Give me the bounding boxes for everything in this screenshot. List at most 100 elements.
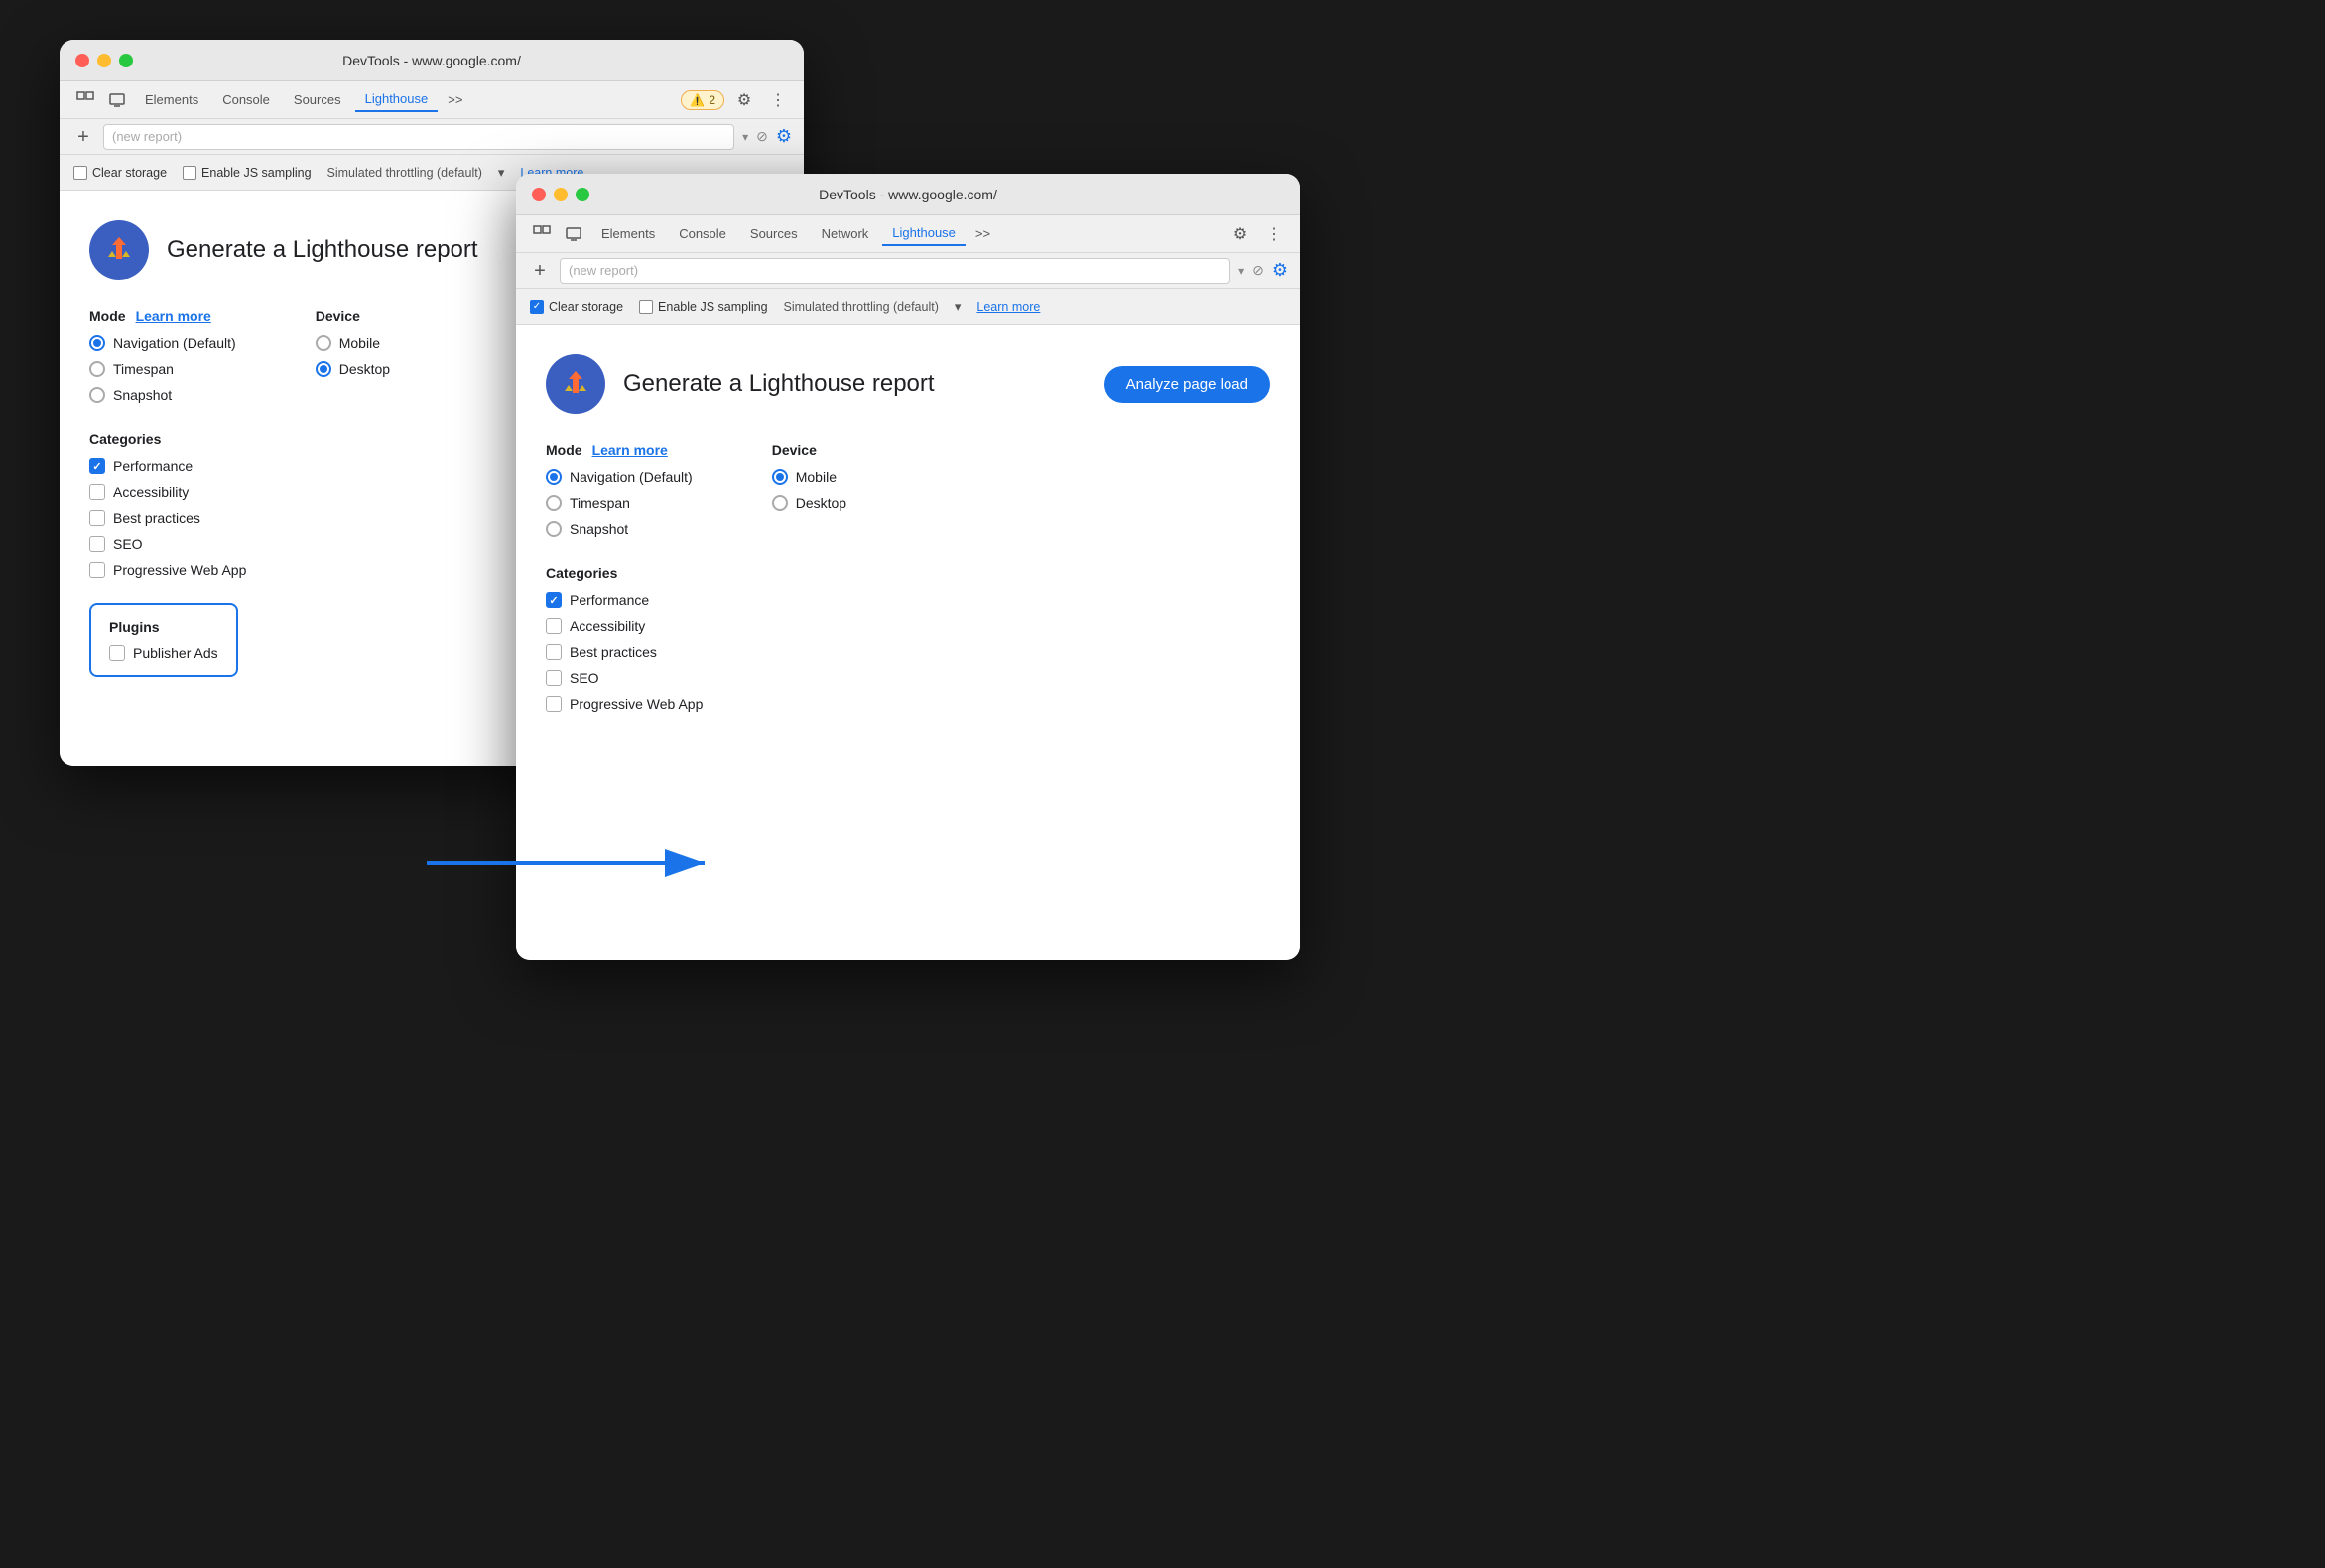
cat-pwa-2[interactable]: Progressive Web App <box>546 696 1270 712</box>
tab-network-2[interactable]: Network <box>812 222 879 245</box>
device-icon-2[interactable] <box>560 220 587 248</box>
close-button-1[interactable] <box>75 54 89 67</box>
enable-js-text-2: Enable JS sampling <box>658 300 767 314</box>
devtools-window-2: DevTools - www.google.com/ Elements Cons… <box>516 174 1300 960</box>
settings-icon-2[interactable]: ⚙ <box>1227 220 1254 248</box>
cat-accessibility-cb-2[interactable] <box>546 618 562 634</box>
mode-label-2: Mode Learn more <box>546 442 693 457</box>
inspector-icon-1[interactable] <box>71 86 99 114</box>
enable-js-label-2[interactable]: Enable JS sampling <box>639 300 767 314</box>
maximize-button-1[interactable] <box>119 54 133 67</box>
tab-elements-2[interactable]: Elements <box>591 222 665 245</box>
clear-storage-label-1[interactable]: Clear storage <box>73 166 167 180</box>
mode-snapshot-radio-1[interactable] <box>89 387 105 403</box>
plugins-label-1: Plugins <box>109 619 218 635</box>
cat-pwa-cb-2[interactable] <box>546 696 562 712</box>
device-mobile-2[interactable]: Mobile <box>772 469 846 485</box>
gear-icon-blue-2[interactable]: ⚙ <box>1272 260 1288 281</box>
mode-timespan-2[interactable]: Timespan <box>546 495 693 511</box>
cancel-btn-2[interactable]: ⊘ <box>1252 262 1264 279</box>
cat-performance-cb-2[interactable] <box>546 592 562 608</box>
enable-js-label-1[interactable]: Enable JS sampling <box>183 166 311 180</box>
tab-lighthouse-2[interactable]: Lighthouse <box>882 221 966 246</box>
cat-accessibility-cb-1[interactable] <box>89 484 105 500</box>
device-mobile-1[interactable]: Mobile <box>316 335 390 351</box>
throttle-text-1: Simulated throttling (default) <box>327 166 482 180</box>
tab-sources-1[interactable]: Sources <box>284 88 351 111</box>
toolbar-icons-2: ⚙ ⋮ <box>1227 220 1288 248</box>
address-input-2[interactable]: (new report) <box>560 258 1230 284</box>
inspector-icon-2[interactable] <box>528 220 556 248</box>
throttle-caret-2[interactable]: ▾ <box>955 299 962 315</box>
device-desktop-2[interactable]: Desktop <box>772 495 846 511</box>
device-icon-1[interactable] <box>103 86 131 114</box>
address-dropdown-1[interactable]: ▾ <box>742 130 748 144</box>
settings-icon-1[interactable]: ⚙ <box>730 86 758 114</box>
lighthouse-logo-2 <box>546 354 605 414</box>
more-icon-1[interactable]: ⋮ <box>764 86 792 114</box>
device-desktop-radio-2[interactable] <box>772 495 788 511</box>
enable-js-checkbox-2[interactable] <box>639 300 653 314</box>
plugins-box-1: Plugins Publisher Ads <box>89 603 238 677</box>
gear-icon-blue-1[interactable]: ⚙ <box>776 126 792 147</box>
cat-best-practices-cb-1[interactable] <box>89 510 105 526</box>
minimize-button-1[interactable] <box>97 54 111 67</box>
learn-more-link-2[interactable]: Learn more <box>976 300 1040 314</box>
cat-performance-2[interactable]: Performance <box>546 592 1270 608</box>
tab-more-2[interactable]: >> <box>969 222 996 245</box>
clear-storage-label-2[interactable]: Clear storage <box>530 300 623 314</box>
cancel-btn-1[interactable]: ⊘ <box>756 128 768 145</box>
mode-timespan-1[interactable]: Timespan <box>89 361 236 377</box>
device-desktop-radio-1[interactable] <box>316 361 331 377</box>
new-tab-btn-1[interactable]: + <box>71 127 95 147</box>
tabs-bar-1: Elements Console Sources Lighthouse >> ⚠… <box>60 81 804 119</box>
cat-pwa-cb-1[interactable] <box>89 562 105 578</box>
clear-storage-checkbox-2[interactable] <box>530 300 544 314</box>
plugin-publisher-ads-cb-1[interactable] <box>109 645 125 661</box>
mode-snapshot-1[interactable]: Snapshot <box>89 387 236 403</box>
more-icon-2[interactable]: ⋮ <box>1260 220 1288 248</box>
device-mobile-radio-1[interactable] <box>316 335 331 351</box>
mode-snapshot-radio-2[interactable] <box>546 521 562 537</box>
cat-best-practices-2[interactable]: Best practices <box>546 644 1270 660</box>
new-tab-btn-2[interactable]: + <box>528 261 552 281</box>
tab-elements-1[interactable]: Elements <box>135 88 208 111</box>
enable-js-checkbox-1[interactable] <box>183 166 196 180</box>
cat-performance-cb-1[interactable] <box>89 458 105 474</box>
tab-console-1[interactable]: Console <box>212 88 280 111</box>
mode-navigation-radio-2[interactable] <box>546 469 562 485</box>
toolbar-icons-1: ⚠️ 2 ⚙ ⋮ <box>677 86 792 114</box>
mode-navigation-2[interactable]: Navigation (Default) <box>546 469 693 485</box>
mode-snapshot-2[interactable]: Snapshot <box>546 521 693 537</box>
device-section-1: Device Mobile Desktop <box>316 308 390 403</box>
device-label-2: Device <box>772 442 846 457</box>
mode-timespan-radio-1[interactable] <box>89 361 105 377</box>
analyze-page-load-button[interactable]: Analyze page load <box>1104 366 1270 403</box>
throttle-caret-1[interactable]: ▾ <box>498 165 505 181</box>
mode-learn-more-1[interactable]: Learn more <box>136 308 211 324</box>
plugin-publisher-ads-1[interactable]: Publisher Ads <box>109 645 218 661</box>
device-desktop-1[interactable]: Desktop <box>316 361 390 377</box>
tab-lighthouse-1[interactable]: Lighthouse <box>355 87 439 112</box>
mode-navigation-1[interactable]: Navigation (Default) <box>89 335 236 351</box>
mode-navigation-radio-1[interactable] <box>89 335 105 351</box>
cat-best-practices-cb-2[interactable] <box>546 644 562 660</box>
cat-accessibility-2[interactable]: Accessibility <box>546 618 1270 634</box>
categories-label-2: Categories <box>546 565 1270 581</box>
tab-console-2[interactable]: Console <box>669 222 736 245</box>
tab-more-1[interactable]: >> <box>442 88 468 111</box>
address-input-1[interactable]: (new report) <box>103 124 734 150</box>
warning-badge-1[interactable]: ⚠️ 2 <box>681 90 724 110</box>
maximize-button-2[interactable] <box>576 188 589 201</box>
mode-learn-more-2[interactable]: Learn more <box>592 442 668 457</box>
cat-seo-cb-1[interactable] <box>89 536 105 552</box>
device-mobile-radio-2[interactable] <box>772 469 788 485</box>
cat-seo-2[interactable]: SEO <box>546 670 1270 686</box>
clear-storage-checkbox-1[interactable] <box>73 166 87 180</box>
tab-sources-2[interactable]: Sources <box>740 222 808 245</box>
minimize-button-2[interactable] <box>554 188 568 201</box>
cat-seo-cb-2[interactable] <box>546 670 562 686</box>
close-button-2[interactable] <box>532 188 546 201</box>
mode-timespan-radio-2[interactable] <box>546 495 562 511</box>
address-dropdown-2[interactable]: ▾ <box>1238 264 1244 278</box>
